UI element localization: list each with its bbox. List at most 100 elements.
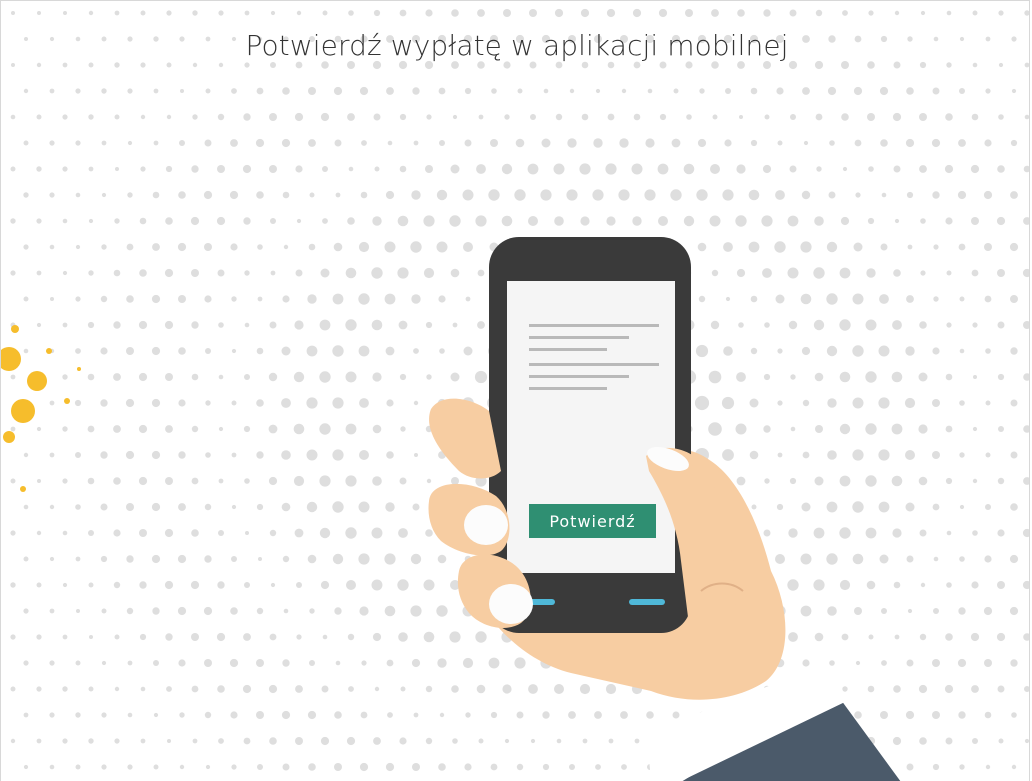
pattern-dot: [113, 269, 121, 277]
pattern-dot: [463, 346, 473, 356]
pattern-dot: [114, 62, 120, 68]
pattern-dot: [244, 478, 250, 484]
pattern-dot: [828, 191, 836, 199]
pattern-dot: [36, 426, 42, 432]
pattern-dot: [451, 61, 459, 69]
pattern-dot: [127, 764, 133, 770]
pattern-dot: [813, 579, 825, 591]
pattern-dot: [113, 477, 121, 485]
pattern-dot: [100, 451, 108, 459]
pattern-dot: [36, 634, 42, 640]
pattern-dot: [346, 580, 356, 590]
pattern-dot: [348, 10, 354, 16]
pattern-dot: [204, 295, 212, 303]
pattern-dot: [387, 712, 393, 718]
pattern-dot: [527, 163, 539, 175]
pattern-dot: [853, 86, 863, 96]
pattern-dot: [853, 242, 863, 252]
pattern-dot: [605, 683, 617, 695]
pattern-dot: [529, 9, 537, 17]
pattern-dot: [309, 660, 315, 666]
pattern-dot: [906, 659, 914, 667]
pattern-dot: [945, 217, 953, 225]
pattern-dot: [528, 684, 538, 694]
pattern-dot: [582, 738, 588, 744]
pattern-dot: [894, 218, 900, 224]
pattern-dot: [984, 711, 992, 719]
pattern-dot: [776, 503, 784, 511]
pattern-dot: [245, 531, 249, 535]
pattern-dot: [868, 10, 874, 16]
pattern-dot: [800, 241, 812, 253]
pattern-dot: [203, 190, 213, 200]
pattern-dot: [268, 424, 278, 434]
pattern-dot: [777, 348, 783, 354]
pattern-dot: [932, 659, 940, 667]
pattern-dot: [826, 501, 838, 513]
pattern-dot: [1022, 268, 1029, 278]
pattern-dot: [892, 112, 902, 122]
pattern-dot: [307, 294, 317, 304]
pattern-dot: [88, 114, 94, 120]
pattern-dot: [529, 61, 537, 69]
pattern-dot: [88, 738, 94, 744]
pattern-dot: [893, 581, 901, 589]
pattern-dot: [919, 321, 927, 329]
pattern-dot: [711, 61, 719, 69]
pattern-dot: [346, 736, 356, 746]
pattern-dot: [411, 294, 421, 304]
pattern-dot: [358, 501, 370, 513]
pattern-dot: [308, 763, 316, 771]
pattern-dot: [866, 580, 876, 590]
pattern-dot: [139, 633, 147, 641]
pattern-dot: [347, 113, 355, 121]
pattern-dot: [177, 242, 187, 252]
pattern-dot: [178, 399, 186, 407]
pattern-dot: [347, 217, 355, 225]
pattern-dot: [997, 529, 1005, 537]
pattern-dot: [932, 711, 940, 719]
pattern-dot: [386, 659, 394, 667]
pattern-dot: [972, 530, 978, 536]
pattern-dot: [736, 372, 746, 382]
pattern-dot: [359, 450, 369, 460]
pattern-dot: [75, 712, 81, 718]
pattern-dot: [374, 686, 380, 692]
pattern-dot: [686, 114, 692, 120]
pattern-dot: [23, 452, 29, 458]
pattern-dot: [49, 192, 55, 198]
pattern-dot: [957, 190, 967, 200]
pattern-dot: [138, 372, 148, 382]
pattern-dot: [413, 712, 419, 718]
pattern-dot: [126, 607, 134, 615]
pattern-dot: [451, 9, 459, 17]
pattern-dot: [708, 370, 722, 384]
pattern-dot: [932, 503, 940, 511]
pattern-dot: [946, 530, 952, 536]
pattern-dot: [945, 373, 953, 381]
pattern-dot: [359, 762, 369, 772]
pattern-dot: [191, 269, 199, 277]
pattern-dot: [295, 737, 303, 745]
yellow-dot: [77, 367, 81, 371]
yellow-dot: [11, 399, 35, 423]
pattern-dot: [465, 296, 471, 302]
pattern-dot: [229, 190, 239, 200]
confirm-button[interactable]: Potwierdź: [529, 504, 656, 538]
pattern-dot: [258, 557, 262, 561]
pattern-dot: [813, 527, 825, 539]
pattern-dot: [957, 658, 967, 668]
pattern-dot: [790, 374, 796, 380]
pattern-dot: [244, 322, 250, 328]
pattern-dot: [152, 243, 160, 251]
pattern-dot: [437, 658, 447, 668]
pattern-dot: [256, 451, 264, 459]
pattern-dot: [333, 86, 343, 96]
pattern-dot: [75, 348, 81, 354]
pattern-dot: [151, 450, 161, 460]
pattern-dot: [997, 477, 1005, 485]
pattern-dot: [151, 554, 161, 564]
pattern-dot: [140, 686, 146, 692]
pattern-dot: [166, 10, 172, 16]
pattern-dot: [945, 633, 953, 641]
